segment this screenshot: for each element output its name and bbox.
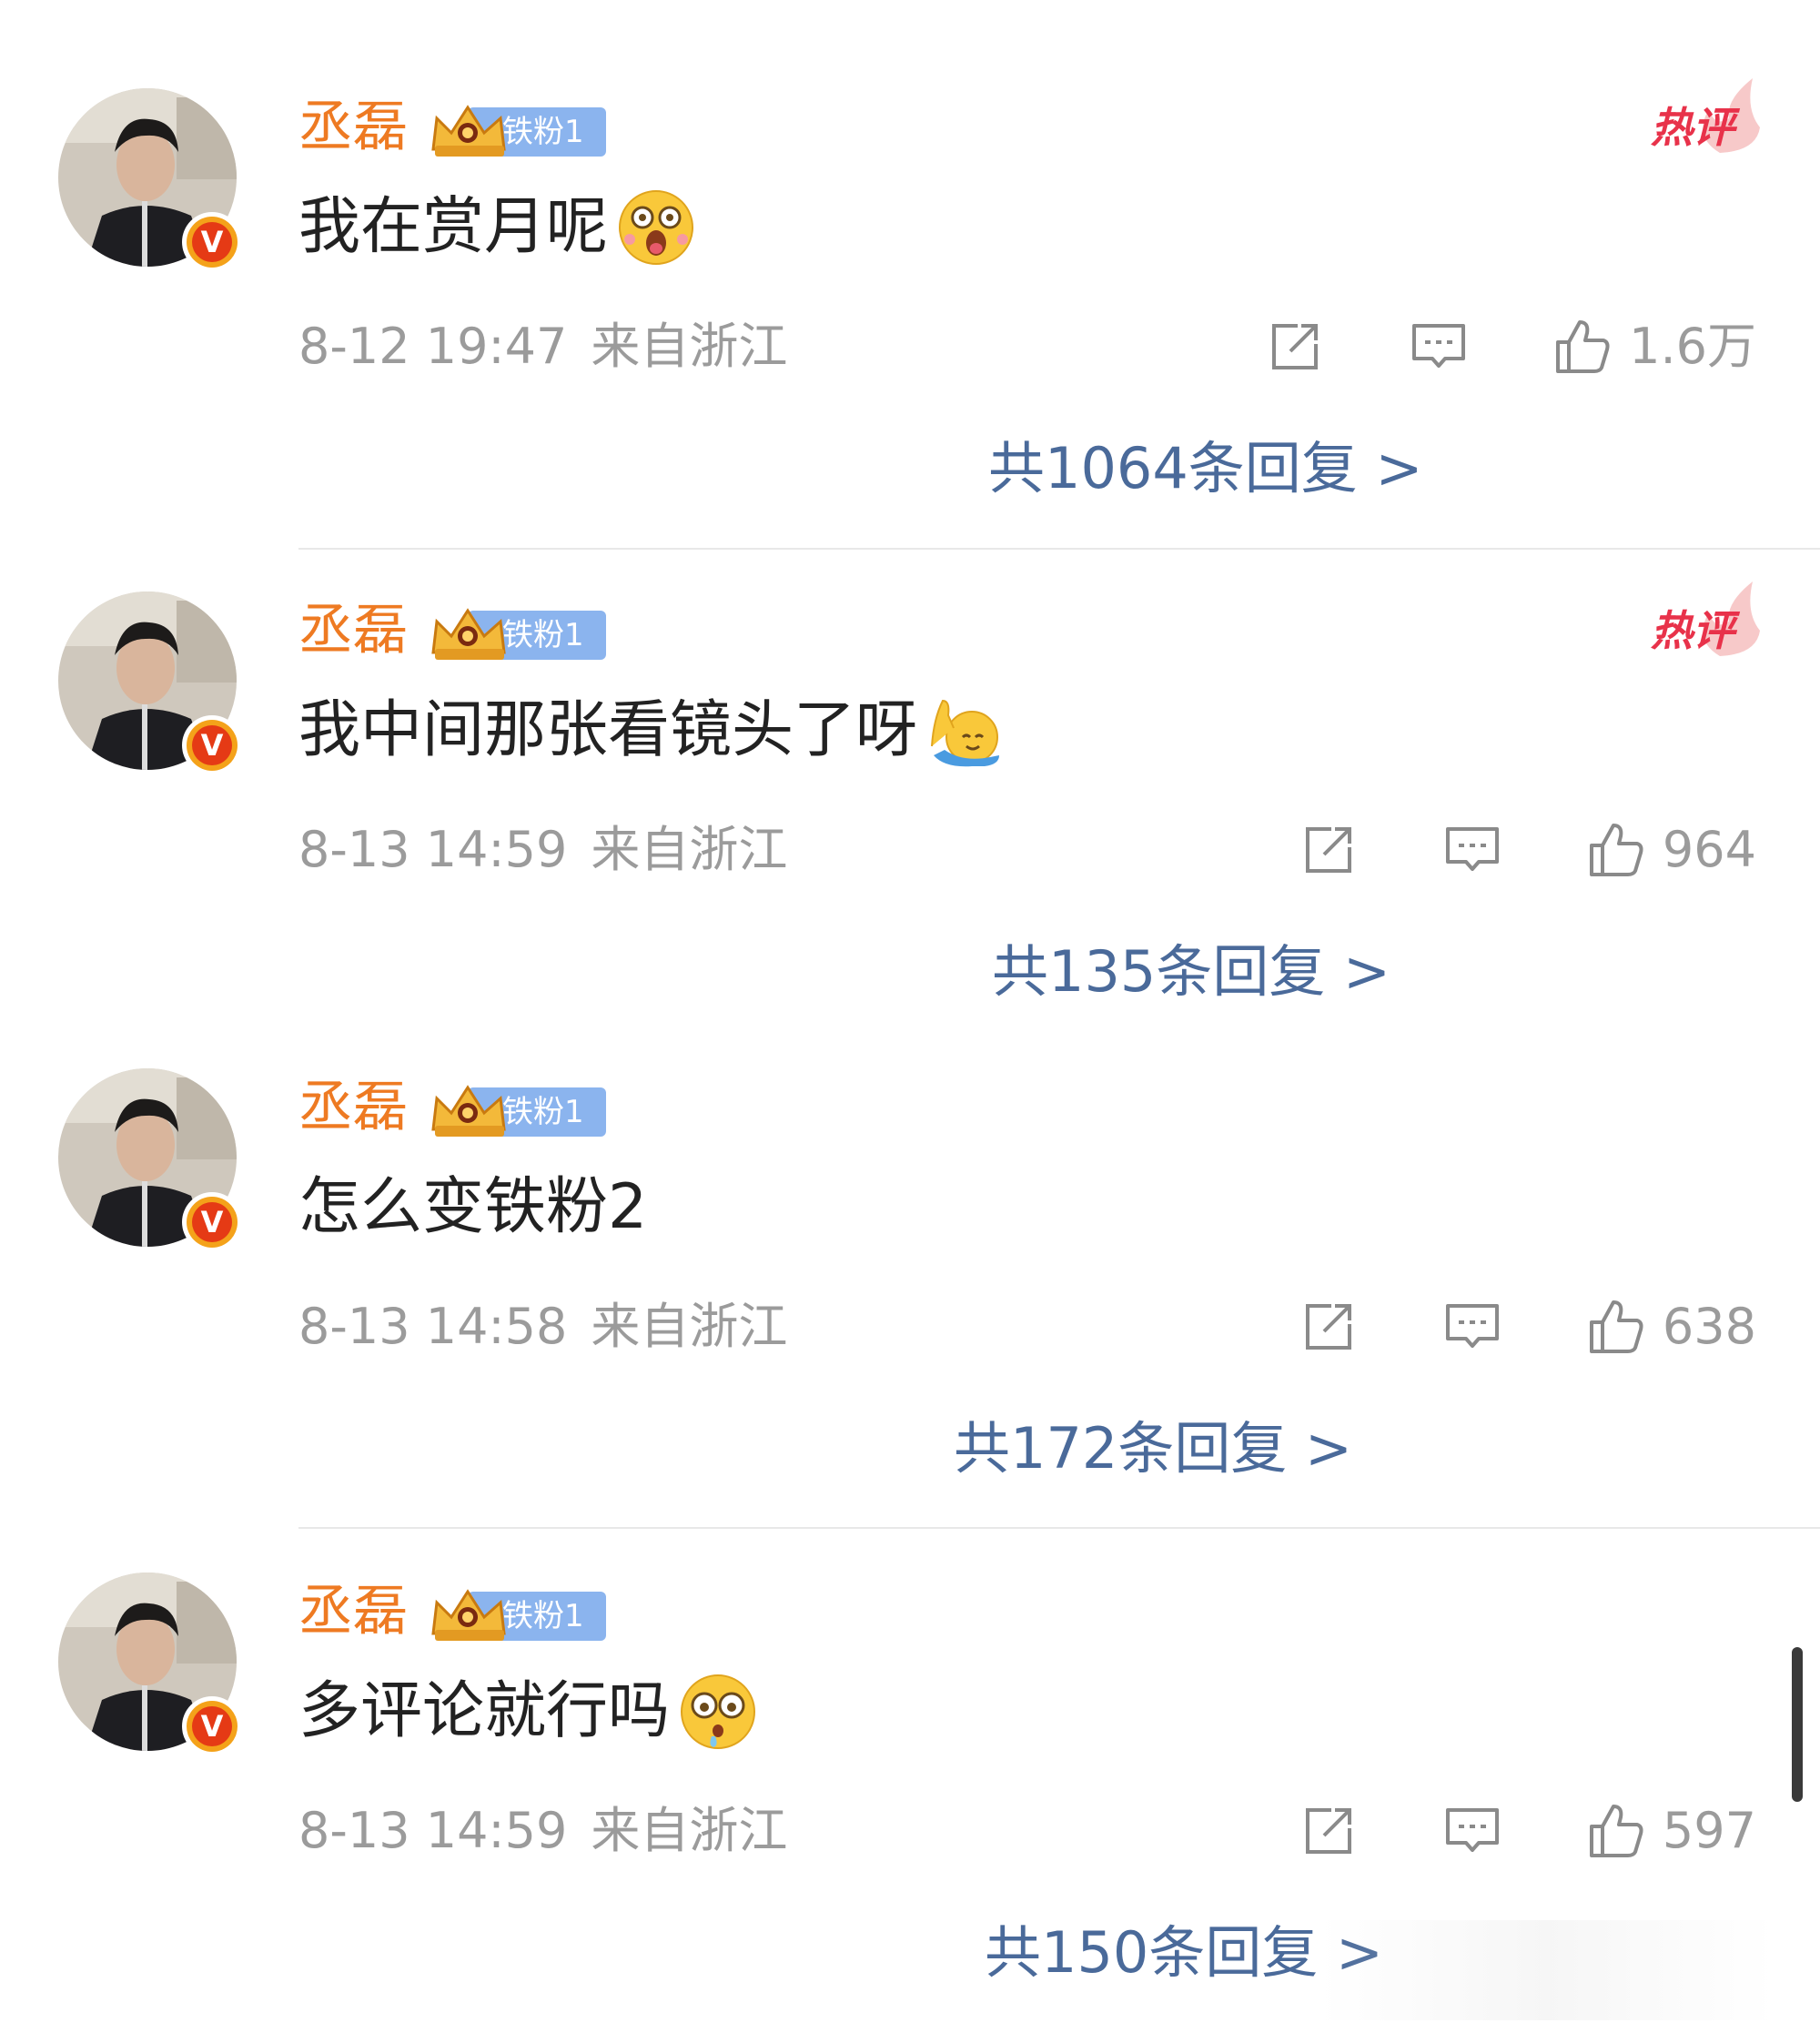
- comment-location: 来自浙江: [591, 1802, 788, 1859]
- pleading-tears-emoji-icon: [681, 1674, 756, 1749]
- username[interactable]: 丞磊: [298, 94, 408, 161]
- comment-content: 多评论就行吗: [298, 1666, 757, 1757]
- view-replies-link[interactable]: 共1064条回复 >: [988, 432, 1422, 505]
- like-count: 964: [1662, 821, 1756, 878]
- comment-text: 我在赏月呢: [298, 191, 609, 263]
- verified-v-icon: V: [182, 1696, 242, 1756]
- like-count: 597: [1662, 1802, 1756, 1859]
- share-icon[interactable]: [1299, 1297, 1359, 1357]
- hot-comment-tag: 热评: [1638, 73, 1765, 164]
- comment-time: 8-13 14:59: [298, 821, 568, 878]
- like-thumb-icon[interactable]: [1586, 1801, 1646, 1861]
- avatar[interactable]: V: [58, 1068, 242, 1252]
- comment-actions: 1.6万: [1265, 315, 1756, 379]
- hot-tag-label: 热评: [1651, 103, 1734, 152]
- like-count: 1.6万: [1629, 318, 1756, 375]
- fan-badge[interactable]: 铁粉1: [428, 603, 606, 660]
- username[interactable]: 丞磊: [298, 1074, 408, 1141]
- comment-icon[interactable]: [1442, 820, 1502, 880]
- view-replies-link[interactable]: 共135条回复 >: [992, 936, 1390, 1008]
- hot-comment-tag: 热评: [1638, 576, 1765, 667]
- avatar[interactable]: V: [58, 1573, 242, 1756]
- verified-v-icon: V: [182, 212, 242, 272]
- divider: [298, 1527, 1820, 1529]
- name-row: 丞磊 铁粉1: [298, 1578, 606, 1645]
- fan-badge[interactable]: 铁粉1: [428, 1584, 606, 1641]
- share-icon[interactable]: [1299, 820, 1359, 880]
- username[interactable]: 丞磊: [298, 1578, 408, 1645]
- comment-actions: 638: [1299, 1295, 1756, 1359]
- name-row: 丞磊 铁粉1: [298, 94, 606, 161]
- comment-icon[interactable]: [1442, 1801, 1502, 1861]
- comment-time: 8-12 19:47: [298, 318, 568, 375]
- view-replies-link[interactable]: 共172条回复 >: [954, 1412, 1352, 1485]
- divider: [298, 548, 1820, 550]
- crown-icon: [431, 608, 506, 660]
- like-thumb-icon[interactable]: [1586, 820, 1646, 880]
- verified-v-icon: V: [182, 1192, 242, 1252]
- like-count: 638: [1662, 1298, 1756, 1355]
- comment-content: 我中间那张看镜头了呀: [298, 685, 1005, 776]
- avatar[interactable]: V: [58, 592, 242, 775]
- avatar[interactable]: V: [58, 88, 242, 272]
- like-thumb-icon[interactable]: [1552, 317, 1613, 377]
- verified-v-icon: V: [182, 715, 242, 775]
- fan-badge[interactable]: 铁粉1: [428, 1080, 606, 1137]
- bottom-fade: [1320, 1920, 1774, 2020]
- comment-meta: 8-13 14:58 来自浙江: [298, 1295, 787, 1359]
- crown-icon: [431, 1085, 506, 1137]
- comment-text: 多评论就行吗: [298, 1675, 671, 1747]
- comment-location: 来自浙江: [591, 1298, 788, 1355]
- comment-location: 来自浙江: [591, 821, 788, 878]
- comment-icon[interactable]: [1442, 1297, 1502, 1357]
- comment-icon[interactable]: [1409, 317, 1469, 377]
- comment-meta: 8-13 14:59 来自浙江: [298, 1799, 787, 1863]
- comment-text: 我中间那张看镜头了呀: [298, 694, 918, 766]
- comment-time: 8-13 14:59: [298, 1802, 568, 1859]
- crown-icon: [431, 1589, 506, 1641]
- comment-location: 来自浙江: [591, 318, 788, 375]
- comment-text: 怎么变铁粉2: [298, 1171, 648, 1243]
- comment-content: 我在赏月呢: [298, 182, 695, 273]
- star-struck-emoji-icon: [619, 190, 694, 265]
- name-row: 丞磊 铁粉1: [298, 597, 606, 664]
- share-icon[interactable]: [1299, 1801, 1359, 1861]
- scrollbar[interactable]: [1792, 1647, 1803, 1802]
- comment-meta: 8-12 19:47 来自浙江: [298, 315, 787, 379]
- comment-time: 8-13 14:58: [298, 1298, 568, 1355]
- comment-actions: 964: [1299, 818, 1756, 882]
- share-icon[interactable]: [1265, 317, 1325, 377]
- name-row: 丞磊 铁粉1: [298, 1074, 606, 1141]
- like-thumb-icon[interactable]: [1586, 1297, 1646, 1357]
- username[interactable]: 丞磊: [298, 597, 408, 664]
- hot-tag-label: 热评: [1651, 606, 1734, 655]
- comment-content: 怎么变铁粉2: [298, 1162, 647, 1253]
- fan-badge[interactable]: 铁粉1: [428, 100, 606, 157]
- hand-raised-emoji-icon: [931, 699, 1000, 767]
- crown-icon: [431, 105, 506, 157]
- comment-meta: 8-13 14:59 来自浙江: [298, 818, 787, 882]
- comment-actions: 597: [1299, 1799, 1756, 1863]
